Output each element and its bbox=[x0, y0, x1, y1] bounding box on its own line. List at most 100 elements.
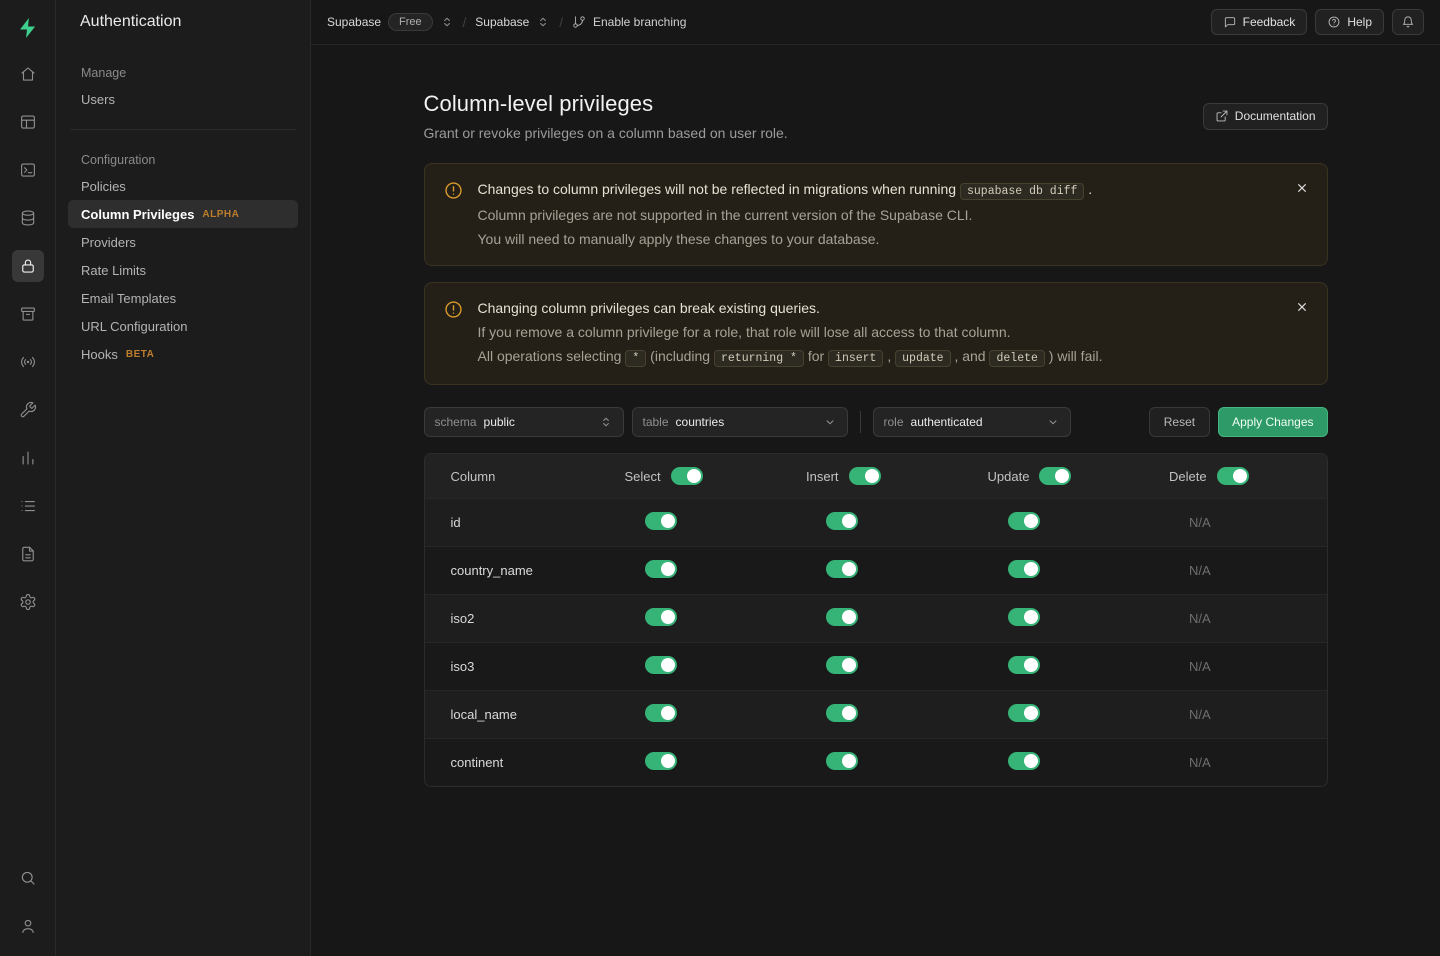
help-label: Help bbox=[1347, 15, 1372, 29]
inline-code-update: update bbox=[895, 350, 950, 367]
update-header-label: Update bbox=[988, 469, 1030, 484]
insert-all-toggle[interactable] bbox=[849, 467, 881, 485]
column-name: iso3 bbox=[425, 659, 601, 674]
documentation-button[interactable]: Documentation bbox=[1203, 103, 1328, 130]
sidebar-item-column-privileges[interactable]: Column Privileges ALPHA bbox=[68, 200, 298, 228]
table-select[interactable]: table countries bbox=[632, 407, 848, 437]
column-name: local_name bbox=[425, 707, 601, 722]
update-toggle[interactable] bbox=[1008, 560, 1040, 578]
home-icon[interactable] bbox=[12, 58, 44, 90]
schema-select-label: schema bbox=[435, 415, 477, 429]
alpha-badge: ALPHA bbox=[202, 209, 239, 220]
inline-code-delete: delete bbox=[989, 350, 1044, 367]
update-toggle[interactable] bbox=[1008, 608, 1040, 626]
close-alert-button[interactable] bbox=[1289, 175, 1315, 201]
insert-toggle[interactable] bbox=[826, 752, 858, 770]
insert-toggle[interactable] bbox=[826, 704, 858, 722]
chat-bubble-icon bbox=[1223, 15, 1237, 29]
sidebar-item-email-templates[interactable]: Email Templates bbox=[68, 284, 298, 312]
enable-branching-button[interactable]: Enable branching bbox=[572, 15, 686, 29]
close-icon bbox=[1294, 180, 1310, 196]
update-toggle[interactable] bbox=[1008, 656, 1040, 674]
breadcrumb: Supabase Free / Supabase / Enable branch… bbox=[327, 13, 686, 31]
sidebar-item-label: Rate Limits bbox=[81, 263, 146, 278]
column-name: country_name bbox=[425, 563, 601, 578]
select-all-toggle[interactable] bbox=[671, 467, 703, 485]
warning-icon bbox=[443, 180, 464, 201]
sidebar-item-policies[interactable]: Policies bbox=[68, 172, 298, 200]
help-button[interactable]: Help bbox=[1315, 9, 1384, 35]
migrations-warning-alert: Changes to column privileges will not be… bbox=[424, 163, 1328, 266]
realtime-icon[interactable] bbox=[12, 346, 44, 378]
select-toggle[interactable] bbox=[645, 608, 677, 626]
sidebar-item-url-configuration[interactable]: URL Configuration bbox=[68, 312, 298, 340]
chevrons-up-down-icon bbox=[536, 15, 550, 29]
search-icon[interactable] bbox=[12, 862, 44, 894]
table-editor-icon[interactable] bbox=[12, 106, 44, 138]
update-toggle[interactable] bbox=[1008, 512, 1040, 530]
sidebar-item-providers[interactable]: Providers bbox=[68, 228, 298, 256]
role-select[interactable]: role authenticated bbox=[873, 407, 1071, 437]
schema-select[interactable]: schema public bbox=[424, 407, 624, 437]
sidebar-group-manage: Manage bbox=[68, 61, 298, 85]
settings-icon[interactable] bbox=[12, 586, 44, 618]
reset-button[interactable]: Reset bbox=[1149, 407, 1210, 437]
insert-toggle[interactable] bbox=[826, 656, 858, 674]
close-alert-button[interactable] bbox=[1289, 294, 1315, 320]
enable-branching-label: Enable branching bbox=[593, 15, 686, 29]
sidebar-item-rate-limits[interactable]: Rate Limits bbox=[68, 256, 298, 284]
column-name: id bbox=[425, 515, 601, 530]
content-scroll-area[interactable]: Column-level privileges Grant or revoke … bbox=[311, 45, 1440, 956]
update-toggle[interactable] bbox=[1008, 752, 1040, 770]
sidebar-divider bbox=[70, 129, 296, 130]
sidebar-item-label: URL Configuration bbox=[81, 319, 187, 334]
api-docs-icon[interactable] bbox=[12, 538, 44, 570]
insert-toggle[interactable] bbox=[826, 512, 858, 530]
database-icon[interactable] bbox=[12, 202, 44, 234]
column-header: Column bbox=[425, 469, 601, 484]
queries-warning-alert: Changing column privileges can break exi… bbox=[424, 282, 1328, 385]
select-toggle[interactable] bbox=[645, 704, 677, 722]
supabase-logo-icon[interactable] bbox=[12, 12, 44, 44]
sidebar-item-label: Users bbox=[81, 92, 115, 107]
update-toggle[interactable] bbox=[1008, 704, 1040, 722]
storage-icon[interactable] bbox=[12, 298, 44, 330]
project-switcher[interactable]: Supabase bbox=[475, 15, 550, 29]
select-toggle[interactable] bbox=[645, 560, 677, 578]
update-all-toggle[interactable] bbox=[1039, 467, 1071, 485]
insert-toggle[interactable] bbox=[826, 560, 858, 578]
sidebar-item-hooks[interactable]: Hooks BETA bbox=[68, 340, 298, 368]
sidebar-item-label: Column Privileges bbox=[81, 207, 194, 222]
sidebar-item-label: Hooks bbox=[81, 347, 118, 362]
sidebar-item-label: Providers bbox=[81, 235, 136, 250]
logs-icon[interactable] bbox=[12, 490, 44, 522]
sql-editor-icon[interactable] bbox=[12, 154, 44, 186]
insert-header-label: Insert bbox=[806, 469, 839, 484]
feedback-button[interactable]: Feedback bbox=[1211, 9, 1308, 35]
authentication-icon[interactable] bbox=[12, 250, 44, 282]
alert-description-line: You will need to manually apply these ch… bbox=[478, 229, 1093, 250]
insert-toggle[interactable] bbox=[826, 608, 858, 626]
select-toggle[interactable] bbox=[645, 512, 677, 530]
delete-all-toggle[interactable] bbox=[1217, 467, 1249, 485]
inline-code-star: * bbox=[625, 350, 646, 367]
advisors-icon[interactable] bbox=[12, 394, 44, 426]
chevrons-up-down-icon bbox=[440, 15, 454, 29]
table-row: continent N/A bbox=[425, 738, 1327, 786]
profile-icon[interactable] bbox=[12, 910, 44, 942]
top-bar-actions: Feedback Help bbox=[1211, 9, 1424, 35]
role-select-label: role bbox=[884, 415, 904, 429]
auth-sidebar: Authentication Manage Users Configuratio… bbox=[56, 0, 311, 956]
inline-code-returning-star: returning * bbox=[714, 350, 804, 367]
reports-icon[interactable] bbox=[12, 442, 44, 474]
feedback-label: Feedback bbox=[1243, 15, 1296, 29]
notifications-button[interactable] bbox=[1392, 9, 1424, 35]
table-row: local_name N/A bbox=[425, 690, 1327, 738]
apply-changes-button[interactable]: Apply Changes bbox=[1218, 407, 1327, 437]
org-switcher[interactable]: Supabase Free bbox=[327, 13, 454, 31]
alert-text: ) will fail. bbox=[1049, 348, 1103, 364]
select-toggle[interactable] bbox=[645, 752, 677, 770]
sidebar-item-users[interactable]: Users bbox=[68, 85, 298, 113]
select-toggle[interactable] bbox=[645, 656, 677, 674]
org-name: Supabase bbox=[327, 15, 381, 29]
